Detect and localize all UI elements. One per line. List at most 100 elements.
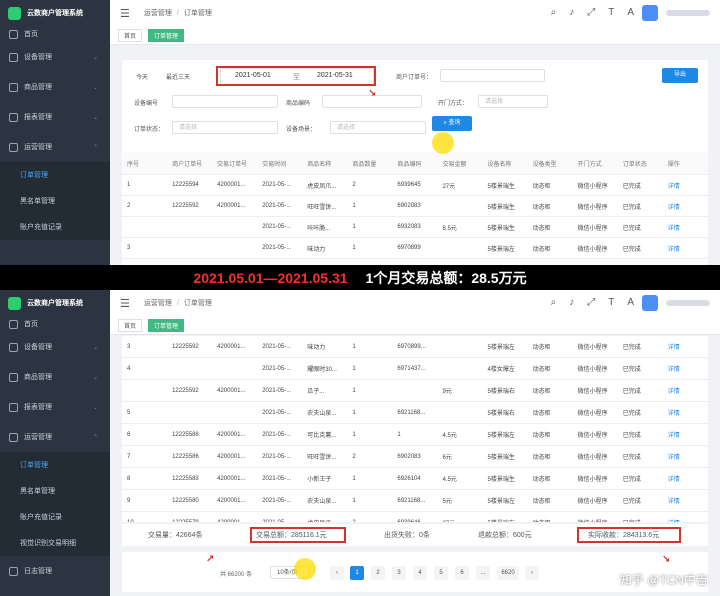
sidebar-item-goods[interactable]: 商品管理 ⌄: [0, 362, 110, 392]
table-cell: 12225588: [167, 423, 213, 446]
table-cell: 5楼景瑞左: [482, 423, 528, 446]
detail-link[interactable]: 详情: [662, 467, 708, 490]
open-mode-select[interactable]: 请选择: [478, 95, 548, 108]
page-button[interactable]: 3: [392, 566, 406, 580]
translate-icon[interactable]: A: [627, 297, 634, 308]
report-icon: [9, 402, 18, 412]
table-cell: 4.5元: [437, 423, 483, 446]
translate-icon[interactable]: A: [627, 7, 634, 18]
table-cell: 咔咔脆...: [302, 216, 348, 238]
cursor-highlight: [294, 558, 316, 580]
device-icon: [9, 342, 18, 352]
detail-link[interactable]: 详情: [662, 423, 708, 446]
table-cell: [437, 195, 483, 217]
table-cell: 6921168...: [392, 401, 438, 424]
table-cell: 12225583: [167, 467, 213, 490]
sidebar-item-devices[interactable]: 设备管理 ⌄: [0, 42, 110, 72]
goods-icon: [9, 372, 18, 382]
detail-link[interactable]: 详情: [662, 195, 708, 217]
detail-link[interactable]: 详情: [662, 357, 708, 380]
page-button[interactable]: 4: [413, 566, 427, 580]
quick-date-last3[interactable]: 最近三天: [166, 72, 190, 81]
page-button[interactable]: 1: [350, 566, 364, 580]
detail-link[interactable]: 详情: [662, 511, 708, 522]
breadcrumb-item[interactable]: 运营管理: [144, 10, 172, 17]
sidebar-subitem-orders[interactable]: 订单管理: [0, 452, 110, 478]
avatar[interactable]: [642, 5, 658, 21]
next-page-button[interactable]: ›: [525, 566, 539, 580]
table-row: 4 2021-05-... 耀眼时30... 1 6971437... 4楼女爆左 动态柜微…: [122, 357, 708, 380]
sidebar-subitem-orders[interactable]: 订单管理: [0, 162, 110, 188]
sidebar-subitem-recharge[interactable]: 账户充值记录: [0, 214, 110, 240]
detail-link[interactable]: 详情: [662, 489, 708, 512]
page-ellipsis[interactable]: ...: [476, 566, 490, 580]
sidebar-item-reports[interactable]: 报表管理 ⌄: [0, 102, 110, 132]
column-header: 操作: [662, 152, 708, 175]
table-row: 7 12225586 4200001... 2021-05-... 旺旺雪饼... 2 69…: [122, 445, 708, 468]
top-header: ☰ 运营管理 / 订单管理 ⌕ ♪ ⤢ T A: [110, 0, 720, 27]
detail-link[interactable]: 详情: [662, 401, 708, 424]
quick-date-today[interactable]: 今天: [136, 72, 148, 81]
page-button[interactable]: 2: [371, 566, 385, 580]
font-size-icon[interactable]: T: [608, 7, 614, 18]
log-icon: [9, 566, 18, 576]
sidebar-subitem-blacklist[interactable]: 黑名单管理: [0, 478, 110, 504]
fullscreen-icon[interactable]: ⤢: [587, 297, 595, 308]
bell-icon[interactable]: ♪: [569, 7, 574, 18]
detail-link[interactable]: 详情: [662, 237, 708, 259]
sidebar-item-home[interactable]: 首页: [0, 316, 110, 332]
fullscreen-icon[interactable]: ⤢: [587, 7, 595, 18]
avatar[interactable]: [642, 295, 658, 311]
tab-orders[interactable]: 订单管理: [148, 28, 185, 42]
detail-link[interactable]: 详情: [662, 174, 708, 196]
sidebar-item-home[interactable]: 首页: [0, 26, 110, 42]
sidebar-item-logs[interactable]: 日志管理: [0, 556, 110, 586]
device-no-input[interactable]: [172, 95, 278, 108]
detail-link[interactable]: 详情: [662, 379, 708, 402]
page-button[interactable]: 5: [434, 566, 448, 580]
table-cell: 7: [122, 445, 168, 468]
table-cell: 1: [347, 467, 393, 490]
sidebar-item-devices[interactable]: 设备管理 ⌄: [0, 332, 110, 362]
page-button[interactable]: 6: [455, 566, 469, 580]
menu-toggle-icon[interactable]: ☰: [120, 297, 130, 310]
table-cell: 2021-05-...: [257, 489, 303, 512]
table-cell: [122, 379, 168, 402]
sidebar-item-goods[interactable]: 商品管理 ⌄: [0, 72, 110, 102]
search-icon[interactable]: ⌕: [551, 297, 557, 308]
chevron-up-icon: ⌃: [92, 434, 98, 441]
prev-page-button[interactable]: ‹: [330, 566, 344, 580]
app-title: 云数商户管理系统: [27, 300, 83, 307]
table-cell: 已完成: [617, 445, 663, 468]
breadcrumb: 运营管理 / 订单管理: [144, 8, 212, 18]
export-button[interactable]: 导出: [662, 68, 698, 83]
username-blurred[interactable]: [666, 300, 710, 306]
search-icon[interactable]: ⌕: [551, 7, 557, 18]
table-cell: 虎皮凤爪...: [302, 511, 348, 522]
device-scene-select[interactable]: 请选择: [330, 121, 426, 134]
sidebar-subitem-recharge[interactable]: 账户充值记录: [0, 504, 110, 530]
table-cell: 4200001...: [212, 445, 258, 468]
tab-orders[interactable]: 订单管理: [148, 318, 185, 332]
tab-home[interactable]: 首页: [118, 318, 143, 332]
order-status-select[interactable]: 请选择: [172, 121, 278, 134]
detail-link[interactable]: 详情: [662, 336, 708, 358]
sidebar-item-operations[interactable]: 运营管理 ⌃: [0, 422, 110, 452]
breadcrumb-item[interactable]: 运营管理: [144, 300, 172, 307]
sidebar-subitem-blacklist[interactable]: 黑名单管理: [0, 188, 110, 214]
page-button[interactable]: 6620: [497, 566, 519, 580]
merchant-order-input[interactable]: [440, 69, 545, 82]
detail-link[interactable]: 详情: [662, 445, 708, 468]
tab-home[interactable]: 首页: [118, 28, 143, 42]
sidebar-item-operations[interactable]: 运营管理 ⌃: [0, 132, 110, 162]
bell-icon[interactable]: ♪: [569, 297, 574, 308]
username-blurred[interactable]: [666, 10, 710, 16]
sidebar-item-reports[interactable]: 报表管理 ⌄: [0, 392, 110, 422]
total-highlight-box: [250, 527, 346, 543]
query-button[interactable]: ⌕ 查询: [432, 116, 472, 131]
sidebar-subitem-vision[interactable]: 视觉识别交易明细: [0, 530, 110, 556]
font-size-icon[interactable]: T: [608, 297, 614, 308]
menu-toggle-icon[interactable]: ☰: [120, 7, 130, 20]
detail-link[interactable]: 详情: [662, 216, 708, 238]
cursor-highlight: [432, 132, 454, 154]
